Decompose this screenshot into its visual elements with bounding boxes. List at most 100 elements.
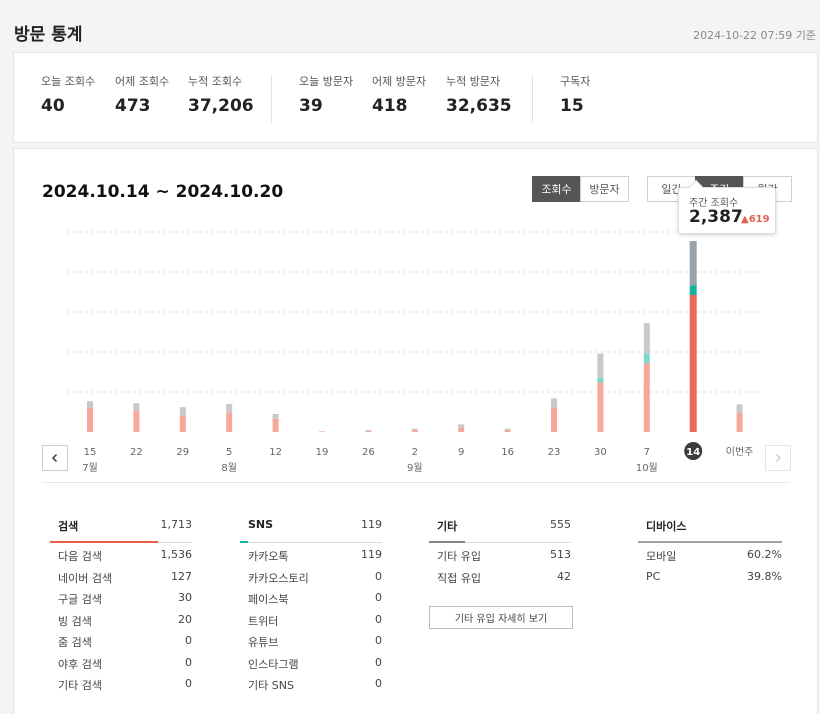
row-label: 빙 검색 (58, 614, 92, 628)
list-item: 기타 유입 513 (429, 543, 571, 565)
stat-value: 15 (560, 96, 584, 116)
list-item: 카카오스토리 0 (240, 565, 382, 587)
row-value: 127 (171, 569, 192, 583)
section-header: SNS 119 (240, 515, 382, 543)
row-label: 유튜브 (248, 636, 279, 649)
row-value: 0 (375, 569, 382, 583)
row-label: 기타 SNS (248, 679, 294, 692)
x-tick-label: 29 (176, 447, 189, 458)
x-tick-label: 5 (226, 447, 232, 458)
row-value: 0 (375, 634, 382, 647)
bar-SNS-14 (689, 285, 697, 295)
bar-기타-5 (226, 404, 233, 413)
row-label: 카카오톡 (248, 550, 289, 563)
bar-기타-23 (551, 398, 557, 408)
bar-기타-이번주 (736, 404, 743, 413)
chart-prev-button[interactable] (42, 445, 68, 471)
row-label: 모바일 (646, 550, 677, 563)
list-item: 인스타그램 0 (240, 651, 382, 673)
row-value: 30 (178, 591, 192, 604)
x-tick-label: 9 (458, 447, 464, 458)
list-item: 야후 검색 0 (50, 651, 192, 673)
section-total: 1,713 (160, 518, 193, 531)
stat-total-visitors: 누적 방문자 32,635 (446, 73, 512, 116)
stat-value: 418 (372, 96, 408, 116)
x-tick-label: 22 (130, 447, 143, 458)
stat-subscribers: 구독자 15 (560, 73, 590, 116)
list-item: 줌 검색 0 (50, 629, 192, 651)
bar-기타-30 (597, 353, 604, 378)
base-time: 2024-10-22 07:59 기준 (693, 29, 816, 42)
row-value: 0 (375, 655, 382, 669)
bar-검색-9 (458, 427, 465, 432)
bar-기타-29 (179, 407, 186, 416)
bar-기타-9 (458, 424, 465, 428)
bar-기타-15 (87, 401, 93, 408)
other-detail-button[interactable]: 기타 유입 자세히 보기 (429, 606, 573, 629)
x-tick-label: 7 (644, 447, 650, 458)
stat-label: 누적 조회수 (188, 75, 243, 88)
bar-기타-7 (643, 323, 650, 354)
row-value: 0 (375, 612, 382, 626)
chart-next-button[interactable] (765, 445, 791, 471)
list-item: 페이스북 0 (240, 586, 382, 608)
bar-기타-2 (411, 428, 418, 430)
list-item: 카카오톡 119 (240, 543, 382, 565)
page-title: 방문 통계 (14, 25, 83, 45)
chart-tooltip: 주간 조회수 2,387 ▲619 (678, 179, 776, 234)
bar-기타-26 (365, 430, 372, 431)
row-label: 다음 검색 (58, 550, 102, 563)
row-value: 0 (185, 655, 192, 669)
stat-label: 누적 방문자 (446, 75, 501, 88)
divider (271, 75, 272, 123)
list-item: 구글 검색 30 (50, 586, 192, 608)
tooltip-value: 2,387 (689, 207, 743, 227)
stat-value: 473 (115, 96, 151, 116)
list-item: 모바일 60.2% (638, 543, 782, 565)
x-tick-label: 30 (594, 447, 607, 458)
summary-card: 오늘 조회수 40 어제 조회수 473 누적 조회수 37,206 오늘 방문… (13, 52, 818, 143)
stat-yesterday-views: 어제 조회수 473 (115, 73, 169, 116)
row-value: 0 (375, 677, 382, 690)
list-item: 네이버 검색 127 (50, 565, 192, 587)
tooltip-diff: ▲619 (741, 214, 770, 225)
row-label: 페이스북 (248, 593, 289, 606)
row-value: 0 (375, 591, 382, 604)
row-label: 인스타그램 (248, 657, 299, 671)
row-value: 1,536 (160, 548, 193, 561)
bar-검색-7 (643, 363, 650, 432)
bar-검색-이번주 (736, 412, 743, 432)
bar-검색-22 (133, 410, 140, 432)
bar-검색-15 (87, 407, 93, 432)
section-other: 기타 555 기타 유입 513 직접 유입 42 기타 유입 자세히 보기 (429, 515, 573, 629)
stat-label: 오늘 방문자 (299, 75, 354, 88)
section-header: 기타 555 (429, 515, 571, 543)
section-header: 디바이스 (638, 515, 782, 543)
stat-label: 어제 방문자 (372, 75, 427, 88)
x-tick-label: 16 (501, 447, 514, 458)
section-search: 검색 1,713 다음 검색 1,536 네이버 검색 127 구글 검색 30 빙 … (50, 515, 192, 694)
section-header: 검색 1,713 (50, 515, 192, 543)
bar-검색-23 (551, 408, 557, 432)
section-total: 555 (550, 518, 571, 531)
section-title: 기타 (437, 520, 458, 533)
bar-기타-22 (133, 403, 140, 411)
divider (532, 75, 533, 123)
list-item: 빙 검색 20 (50, 608, 192, 630)
row-value: 20 (178, 612, 192, 626)
stat-value: 39 (299, 96, 323, 116)
stat-total-views: 누적 조회수 37,206 (188, 73, 254, 116)
bar-검색-12 (272, 418, 279, 432)
list-item: 트위터 0 (240, 608, 382, 630)
month-label: 8월 (221, 462, 237, 474)
bar-SNS-30 (597, 377, 604, 383)
section-title: 검색 (58, 520, 79, 533)
row-label: 트위터 (248, 614, 279, 628)
chart-card: 2024.10.14 ~ 2024.10.20 조회수 방문자 일간 주간 월간… (13, 148, 818, 714)
bar-검색-19 (319, 431, 325, 432)
bar-기타-12 (272, 414, 279, 419)
bar-검색-29 (179, 416, 186, 432)
x-tick-label: 19 (316, 447, 329, 458)
bar-검색-5 (226, 412, 233, 432)
divider (42, 482, 790, 483)
